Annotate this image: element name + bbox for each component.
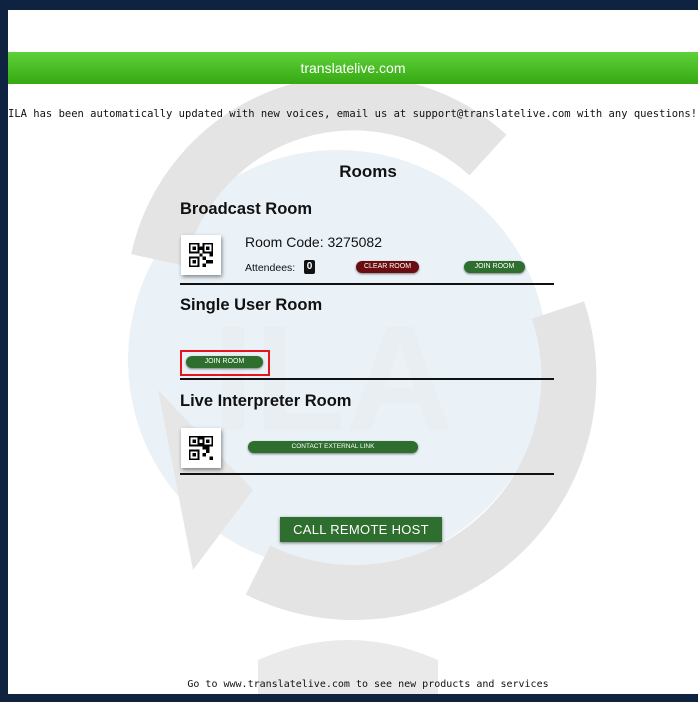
contact-external-link-button[interactable]: CONTACT EXTERNAL LINK xyxy=(248,441,418,453)
page-frame: ILA translatelive.com ILA has been autom… xyxy=(8,10,698,694)
attendees-label: Attendees: xyxy=(245,262,296,274)
highlight-box xyxy=(180,350,270,376)
update-notice: ILA has been automatically updated with … xyxy=(8,108,698,120)
attendees-count-badge: 0 xyxy=(304,260,315,274)
call-remote-host-button[interactable]: CALL REMOTE HOST xyxy=(280,517,442,542)
interpreter-divider xyxy=(180,473,554,475)
qr-code-icon xyxy=(189,436,213,460)
qr-code-icon xyxy=(189,243,213,267)
broadcast-divider xyxy=(180,283,554,285)
broadcast-qr-code xyxy=(181,235,221,275)
clear-room-button[interactable]: CLEAR ROOM xyxy=(356,261,419,273)
broadcast-room-title: Broadcast Room xyxy=(180,200,313,218)
rooms-heading: Rooms xyxy=(339,162,397,181)
footer-text: Go to www.translatelive.com to see new p… xyxy=(187,679,549,690)
site-banner: translatelive.com xyxy=(8,52,698,84)
interpreter-qr-code xyxy=(181,428,221,468)
live-interpreter-room-title: Live Interpreter Room xyxy=(180,392,352,410)
room-code: Room Code: 3275082 xyxy=(245,234,382,250)
single-user-room-title: Single User Room xyxy=(180,296,323,314)
single-user-divider xyxy=(180,378,554,380)
broadcast-join-room-button[interactable]: JOIN ROOM xyxy=(464,261,525,273)
